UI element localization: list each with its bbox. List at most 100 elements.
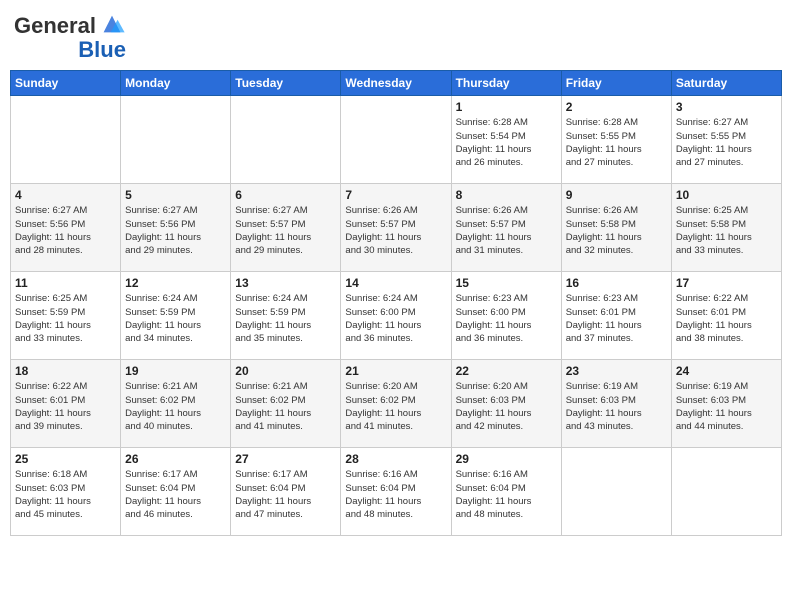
day-info: Sunrise: 6:17 AM Sunset: 6:04 PM Dayligh… <box>125 468 226 521</box>
day-number: 24 <box>676 364 777 378</box>
day-cell: 25 Sunrise: 6:18 AM Sunset: 6:03 PM Dayli… <box>11 448 121 536</box>
day-number: 19 <box>125 364 226 378</box>
weekday-header-sunday: Sunday <box>11 71 121 96</box>
day-cell: 27Sunrise: 6:17 AM Sunset: 6:04 PM Dayli… <box>231 448 341 536</box>
day-number: 25 <box>15 452 116 466</box>
week-row-1: 1 Sunrise: 6:28 AM Sunset: 5:54 PM Daylig… <box>11 96 782 184</box>
calendar-table: SundayMondayTuesdayWednesdayThursdayFrid… <box>10 70 782 536</box>
day-info: Sunrise: 6:20 AM Sunset: 6:02 PM Dayligh… <box>345 380 446 433</box>
day-info: Sunrise: 6:28 AM Sunset: 5:54 PM Dayligh… <box>456 116 557 169</box>
day-info: Sunrise: 6:26 AM Sunset: 5:58 PM Dayligh… <box>566 204 667 257</box>
day-info: Sunrise: 6:18 AM Sunset: 6:03 PM Dayligh… <box>15 468 116 521</box>
day-number: 20 <box>235 364 336 378</box>
day-cell: 20 Sunrise: 6:21 AM Sunset: 6:02 PM Dayli… <box>231 360 341 448</box>
day-cell: 19 Sunrise: 6:21 AM Sunset: 6:02 PM Dayli… <box>121 360 231 448</box>
day-number: 12 <box>125 276 226 290</box>
day-info: Sunrise: 6:22 AM Sunset: 6:01 PM Dayligh… <box>676 292 777 345</box>
weekday-header-monday: Monday <box>121 71 231 96</box>
day-cell: 6 Sunrise: 6:27 AM Sunset: 5:57 PM Daylig… <box>231 184 341 272</box>
day-number: 5 <box>125 188 226 202</box>
day-number: 2 <box>566 100 667 114</box>
weekday-header-thursday: Thursday <box>451 71 561 96</box>
day-info: Sunrise: 6:28 AM Sunset: 5:55 PM Dayligh… <box>566 116 667 169</box>
weekday-header-wednesday: Wednesday <box>341 71 451 96</box>
day-info: Sunrise: 6:24 AM Sunset: 5:59 PM Dayligh… <box>125 292 226 345</box>
day-info: Sunrise: 6:24 AM Sunset: 5:59 PM Dayligh… <box>235 292 336 345</box>
day-number: 18 <box>15 364 116 378</box>
day-info: Sunrise: 6:25 AM Sunset: 5:59 PM Dayligh… <box>15 292 116 345</box>
day-info: Sunrise: 6:19 AM Sunset: 6:03 PM Dayligh… <box>676 380 777 433</box>
day-info: Sunrise: 6:17 AM Sunset: 6:04 PM Dayligh… <box>235 468 336 521</box>
day-cell: 14 Sunrise: 6:24 AM Sunset: 6:00 PM Dayli… <box>341 272 451 360</box>
day-info: Sunrise: 6:25 AM Sunset: 5:58 PM Dayligh… <box>676 204 777 257</box>
header: General Blue <box>10 10 782 62</box>
day-cell: 18 Sunrise: 6:22 AM Sunset: 6:01 PM Dayli… <box>11 360 121 448</box>
day-cell <box>231 96 341 184</box>
day-cell <box>11 96 121 184</box>
day-cell: 10Sunrise: 6:25 AM Sunset: 5:58 PM Dayli… <box>671 184 781 272</box>
day-info: Sunrise: 6:26 AM Sunset: 5:57 PM Dayligh… <box>345 204 446 257</box>
day-number: 17 <box>676 276 777 290</box>
logo-blue: Blue <box>78 38 126 62</box>
day-info: Sunrise: 6:27 AM Sunset: 5:56 PM Dayligh… <box>125 204 226 257</box>
day-number: 13 <box>235 276 336 290</box>
day-cell: 9 Sunrise: 6:26 AM Sunset: 5:58 PM Daylig… <box>561 184 671 272</box>
week-row-3: 11 Sunrise: 6:25 AM Sunset: 5:59 PM Dayli… <box>11 272 782 360</box>
day-number: 14 <box>345 276 446 290</box>
day-info: Sunrise: 6:16 AM Sunset: 6:04 PM Dayligh… <box>456 468 557 521</box>
day-number: 16 <box>566 276 667 290</box>
day-cell: 22 Sunrise: 6:20 AM Sunset: 6:03 PM Dayli… <box>451 360 561 448</box>
day-number: 8 <box>456 188 557 202</box>
day-number: 6 <box>235 188 336 202</box>
weekday-header-row: SundayMondayTuesdayWednesdayThursdayFrid… <box>11 71 782 96</box>
day-cell: 24 Sunrise: 6:19 AM Sunset: 6:03 PM Dayli… <box>671 360 781 448</box>
day-info: Sunrise: 6:27 AM Sunset: 5:57 PM Dayligh… <box>235 204 336 257</box>
day-info: Sunrise: 6:23 AM Sunset: 6:01 PM Dayligh… <box>566 292 667 345</box>
day-number: 15 <box>456 276 557 290</box>
day-number: 11 <box>15 276 116 290</box>
day-cell: 23 Sunrise: 6:19 AM Sunset: 6:03 PM Dayli… <box>561 360 671 448</box>
day-info: Sunrise: 6:21 AM Sunset: 6:02 PM Dayligh… <box>235 380 336 433</box>
day-info: Sunrise: 6:21 AM Sunset: 6:02 PM Dayligh… <box>125 380 226 433</box>
day-cell: 17 Sunrise: 6:22 AM Sunset: 6:01 PM Dayli… <box>671 272 781 360</box>
day-cell <box>671 448 781 536</box>
day-cell: 26 Sunrise: 6:17 AM Sunset: 6:04 PM Dayli… <box>121 448 231 536</box>
day-number: 21 <box>345 364 446 378</box>
day-info: Sunrise: 6:20 AM Sunset: 6:03 PM Dayligh… <box>456 380 557 433</box>
day-number: 3 <box>676 100 777 114</box>
day-cell: 11 Sunrise: 6:25 AM Sunset: 5:59 PM Dayli… <box>11 272 121 360</box>
logo-general: General <box>14 14 96 38</box>
day-number: 22 <box>456 364 557 378</box>
day-cell: 2 Sunrise: 6:28 AM Sunset: 5:55 PM Daylig… <box>561 96 671 184</box>
logo: General Blue <box>14 14 126 62</box>
day-number: 26 <box>125 452 226 466</box>
day-cell: 29Sunrise: 6:16 AM Sunset: 6:04 PM Dayli… <box>451 448 561 536</box>
day-cell: 5 Sunrise: 6:27 AM Sunset: 5:56 PM Daylig… <box>121 184 231 272</box>
week-row-2: 4 Sunrise: 6:27 AM Sunset: 5:56 PM Daylig… <box>11 184 782 272</box>
day-cell <box>561 448 671 536</box>
day-info: Sunrise: 6:23 AM Sunset: 6:00 PM Dayligh… <box>456 292 557 345</box>
weekday-header-saturday: Saturday <box>671 71 781 96</box>
day-cell: 7Sunrise: 6:26 AM Sunset: 5:57 PM Daylig… <box>341 184 451 272</box>
weekday-header-friday: Friday <box>561 71 671 96</box>
day-info: Sunrise: 6:27 AM Sunset: 5:55 PM Dayligh… <box>676 116 777 169</box>
day-number: 9 <box>566 188 667 202</box>
week-row-5: 25 Sunrise: 6:18 AM Sunset: 6:03 PM Dayli… <box>11 448 782 536</box>
day-cell: 3 Sunrise: 6:27 AM Sunset: 5:55 PM Daylig… <box>671 96 781 184</box>
day-info: Sunrise: 6:22 AM Sunset: 6:01 PM Dayligh… <box>15 380 116 433</box>
day-number: 1 <box>456 100 557 114</box>
day-cell <box>121 96 231 184</box>
day-cell: 16 Sunrise: 6:23 AM Sunset: 6:01 PM Dayli… <box>561 272 671 360</box>
day-cell: 4Sunrise: 6:27 AM Sunset: 5:56 PM Daylig… <box>11 184 121 272</box>
week-row-4: 18 Sunrise: 6:22 AM Sunset: 6:01 PM Dayli… <box>11 360 782 448</box>
day-info: Sunrise: 6:26 AM Sunset: 5:57 PM Dayligh… <box>456 204 557 257</box>
day-cell: 21 Sunrise: 6:20 AM Sunset: 6:02 PM Dayli… <box>341 360 451 448</box>
day-cell: 1 Sunrise: 6:28 AM Sunset: 5:54 PM Daylig… <box>451 96 561 184</box>
day-cell: 28Sunrise: 6:16 AM Sunset: 6:04 PM Dayli… <box>341 448 451 536</box>
day-info: Sunrise: 6:19 AM Sunset: 6:03 PM Dayligh… <box>566 380 667 433</box>
day-info: Sunrise: 6:16 AM Sunset: 6:04 PM Dayligh… <box>345 468 446 521</box>
day-number: 4 <box>15 188 116 202</box>
day-cell: 12 Sunrise: 6:24 AM Sunset: 5:59 PM Dayli… <box>121 272 231 360</box>
day-number: 23 <box>566 364 667 378</box>
day-info: Sunrise: 6:24 AM Sunset: 6:00 PM Dayligh… <box>345 292 446 345</box>
